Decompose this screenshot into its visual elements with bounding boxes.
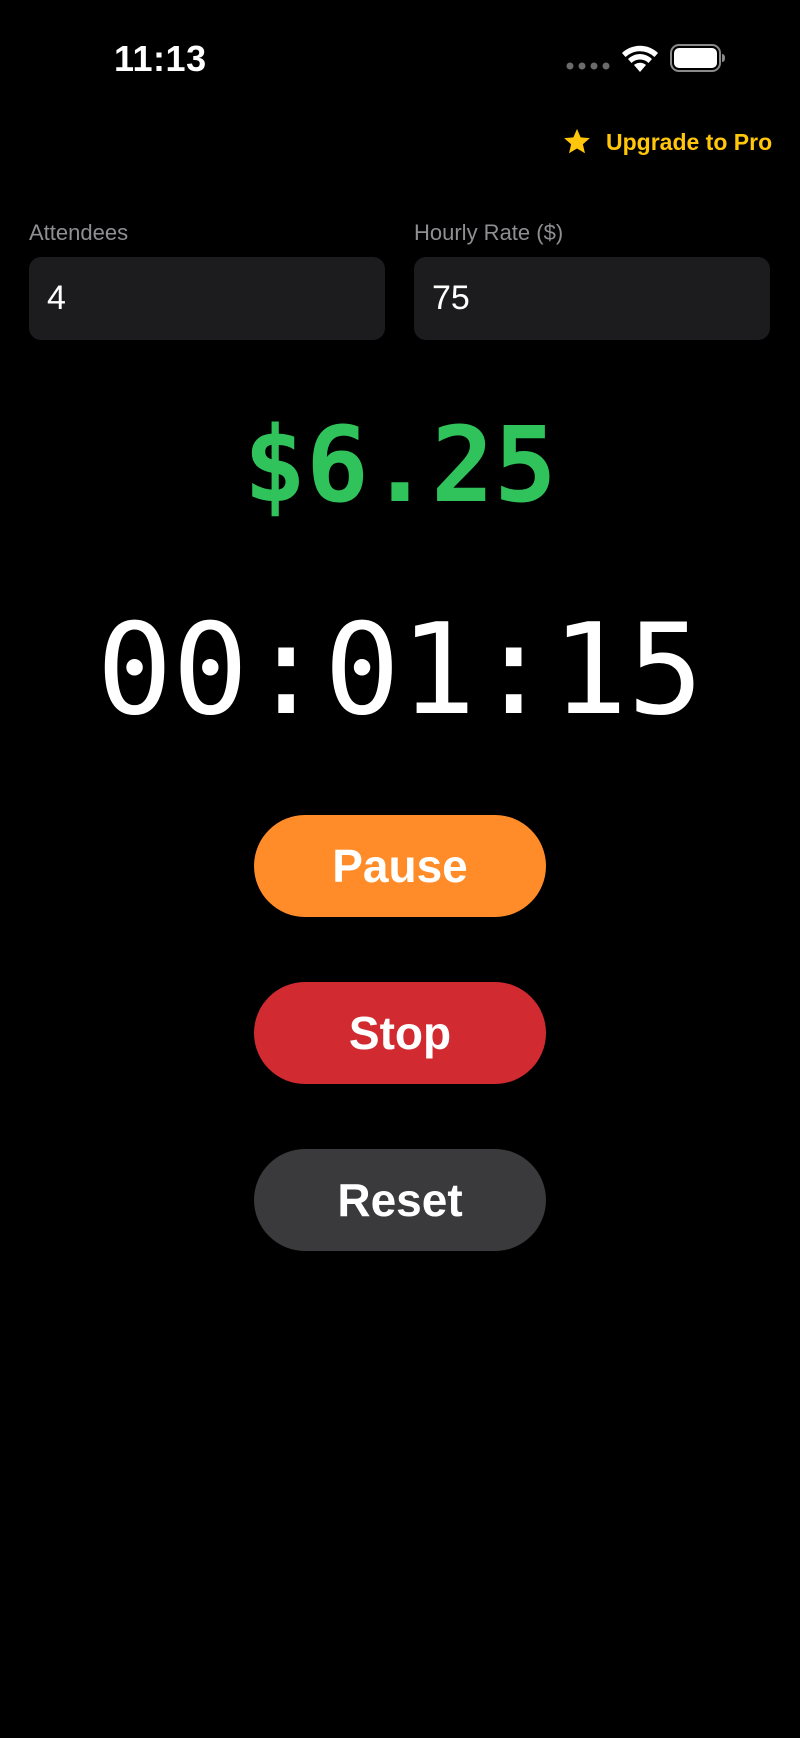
status-time: 11:13 [114, 38, 207, 79]
cellular-signal-icon [566, 62, 610, 70]
reset-button[interactable]: Reset [254, 1149, 546, 1251]
status-bar: 11:13 [0, 0, 800, 110]
stop-button[interactable]: Stop [254, 982, 546, 1084]
battery-icon [670, 44, 725, 72]
attendees-label: Attendees [29, 220, 129, 245]
star-icon [564, 128, 590, 154]
attendees-field[interactable]: 4 [29, 257, 385, 340]
meeting-cost: $6.25 [243, 404, 557, 526]
upgrade-to-pro-button[interactable]: Upgrade to Pro [562, 124, 772, 160]
hourly-rate-field[interactable]: 75 [414, 257, 770, 340]
hourly-rate-label: Hourly Rate ($) [414, 220, 564, 245]
upgrade-label: Upgrade to Pro [606, 128, 773, 155]
elapsed-timer: 00:01:15 [96, 596, 704, 743]
wifi-icon [622, 45, 658, 72]
pause-button[interactable]: Pause [254, 815, 546, 917]
